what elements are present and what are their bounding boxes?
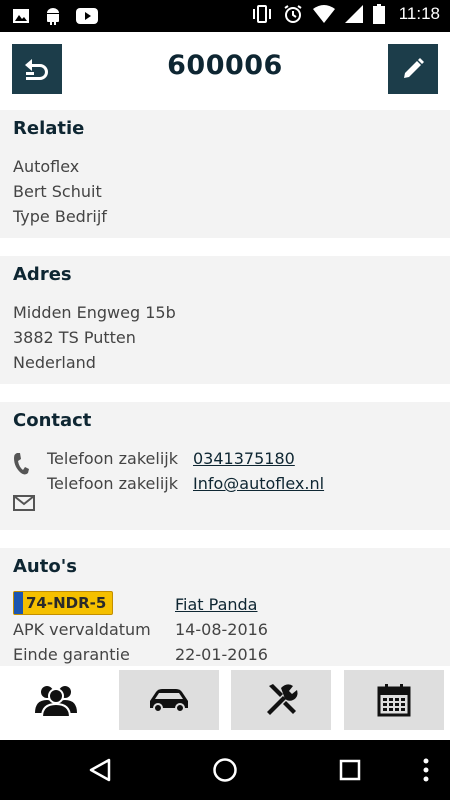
car-detail-row: APK vervaldatum 14-08-2016 <box>13 617 437 642</box>
car-model-link[interactable]: Fiat Panda <box>175 595 257 614</box>
edit-button[interactable] <box>388 44 438 94</box>
contact-section: Contact Telefoon zakelijk 0341375180 Tel… <box>0 402 450 530</box>
clock: 11:18 <box>398 4 440 23</box>
tab-calendar[interactable] <box>344 670 444 730</box>
warranty-label: Einde garantie <box>13 645 130 664</box>
tab-relations[interactable] <box>6 670 106 730</box>
vibrate-icon <box>252 5 271 23</box>
warranty-value: 22-01-2016 <box>175 645 268 664</box>
phone-icon <box>14 453 29 475</box>
system-navigation-bar <box>0 740 450 800</box>
car-row: 74-NDR-5 Fiat Panda <box>13 591 437 617</box>
phone-link[interactable]: 0341375180 <box>193 449 295 468</box>
adres-heading: Adres <box>13 264 72 285</box>
system-recents-button[interactable] <box>334 754 366 786</box>
status-bar: 11:18 <box>0 0 450 32</box>
autos-heading: Auto's <box>13 556 77 577</box>
tools-icon <box>267 684 298 715</box>
plate-number: 74-NDR-5 <box>26 594 107 612</box>
contact-heading: Contact <box>13 410 92 431</box>
relatie-name: Autoflex <box>13 157 80 176</box>
alarm-icon <box>284 5 302 23</box>
battery-icon <box>372 4 385 24</box>
adres-street: Midden Engweg 15b <box>13 303 176 322</box>
email-link[interactable]: Info@autoflex.nl <box>193 474 324 493</box>
system-back-button[interactable] <box>84 754 116 786</box>
autos-section: Auto's 74-NDR-5 Fiat Panda APK vervaldat… <box>0 548 450 666</box>
apk-label: APK vervaldatum <box>13 620 151 639</box>
back-triangle-icon <box>89 758 111 782</box>
android-icon <box>47 8 59 25</box>
contact-row: Telefoon zakelijk Info@autoflex.nl <box>13 471 437 496</box>
contact-label: Telefoon zakelijk <box>47 474 178 493</box>
page-title: 600006 <box>167 50 283 81</box>
apk-value: 14-08-2016 <box>175 620 268 639</box>
relatie-heading: Relatie <box>13 118 85 139</box>
detail-content[interactable]: Relatie Autoflex Bert Schuit Type Bedrij… <box>0 110 450 666</box>
youtube-icon <box>76 8 98 24</box>
adres-section: Adres Midden Engweg 15b 3882 TS Putten N… <box>0 256 450 384</box>
image-icon <box>13 9 29 23</box>
calendar-icon <box>377 684 411 717</box>
adres-postal-city: 3882 TS Putten <box>13 328 136 347</box>
eu-flag-strip <box>14 592 23 614</box>
system-more-button[interactable] <box>410 754 442 786</box>
license-plate[interactable]: 74-NDR-5 <box>13 591 114 615</box>
car-detail-row: Einde garantie 22-01-2016 <box>13 642 437 666</box>
tab-cars[interactable] <box>119 670 219 730</box>
more-dots-icon <box>423 758 429 782</box>
system-home-button[interactable] <box>209 754 241 786</box>
pencil-icon <box>404 58 424 78</box>
tab-tools[interactable] <box>231 670 331 730</box>
mail-icon <box>13 495 35 511</box>
relatie-contact-person: Bert Schuit <box>13 182 102 201</box>
recents-square-icon <box>339 759 361 781</box>
relatie-type: Type Bedrijf <box>13 207 107 226</box>
wifi-icon <box>312 5 335 23</box>
bottom-navigation <box>0 666 450 740</box>
home-circle-icon <box>213 758 237 782</box>
header: 600006 <box>0 32 450 110</box>
contact-label: Telefoon zakelijk <box>47 449 178 468</box>
contact-row: Telefoon zakelijk 0341375180 <box>13 446 437 471</box>
adres-country: Nederland <box>13 353 96 372</box>
car-icon <box>150 689 188 713</box>
relatie-section: Relatie Autoflex Bert Schuit Type Bedrij… <box>0 110 450 238</box>
relations-icon <box>35 686 77 717</box>
signal-icon <box>344 5 363 23</box>
